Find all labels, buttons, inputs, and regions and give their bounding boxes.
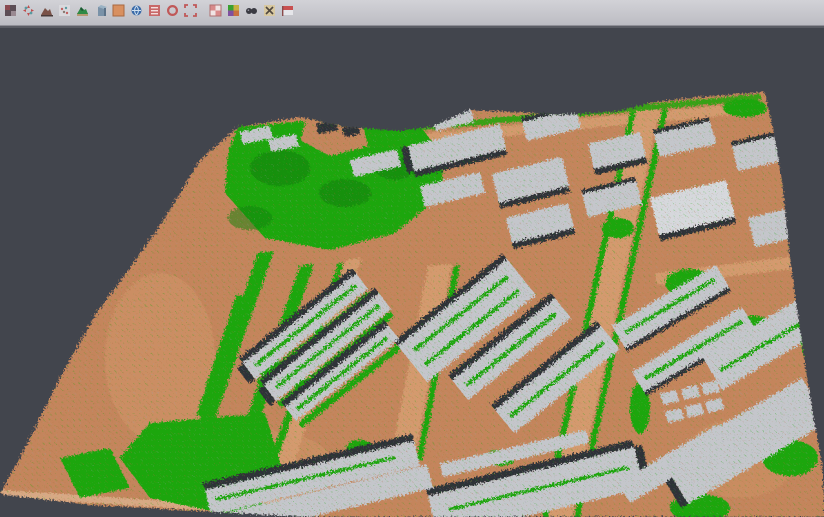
orthophoto-icon[interactable] (110, 2, 126, 18)
layers-icon[interactable] (146, 2, 162, 18)
flag-icon[interactable] (279, 2, 295, 18)
mesh-icon[interactable] (92, 2, 108, 18)
target-icon[interactable] (164, 2, 180, 18)
dsm-icon[interactable] (38, 2, 54, 18)
toolbar-separator (200, 2, 207, 18)
inspect-icon[interactable] (243, 2, 259, 18)
point-cloud (0, 28, 824, 517)
grid-icon[interactable] (207, 2, 223, 18)
viewport-3d-scene[interactable] (0, 28, 824, 517)
navigate-icon[interactable] (20, 2, 36, 18)
project-icon[interactable] (2, 2, 18, 18)
extent-icon[interactable] (182, 2, 198, 18)
edit-icon[interactable] (261, 2, 277, 18)
viewport-3d[interactable] (0, 28, 824, 517)
terrain-icon[interactable] (74, 2, 90, 18)
classification-icon[interactable] (225, 2, 241, 18)
globe-icon[interactable] (128, 2, 144, 18)
main-toolbar (0, 0, 824, 26)
application-window: { "window": { "background_color": "#4245… (0, 0, 824, 517)
pointcloud-icon[interactable] (56, 2, 72, 18)
point-speckle-overlay (0, 28, 824, 517)
